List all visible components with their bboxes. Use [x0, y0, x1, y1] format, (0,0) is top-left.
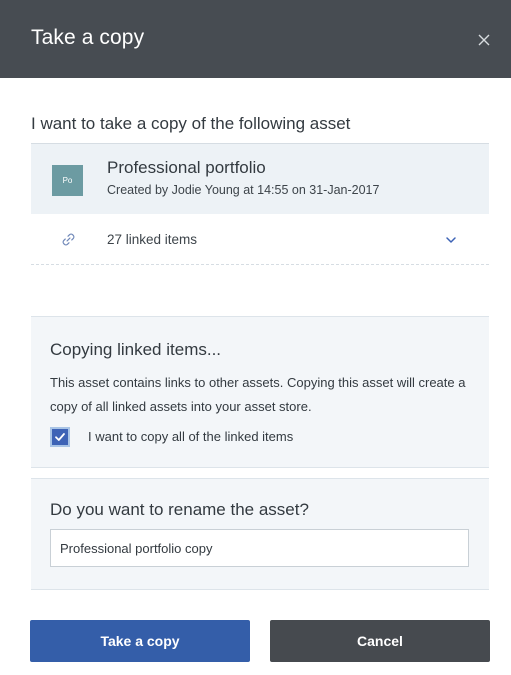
rename-input[interactable] [50, 529, 469, 567]
copy-linked-checkbox[interactable] [50, 427, 70, 447]
linked-items-label: 27 linked items [107, 232, 198, 247]
chevron-down-icon[interactable] [445, 233, 457, 245]
asset-name: Professional portfolio [107, 158, 266, 177]
intro-text: I want to take a copy of the following a… [31, 114, 351, 133]
copy-linked-description: This asset contains links to other asset… [50, 375, 466, 414]
link-icon [61, 232, 76, 247]
rename-title: Do you want to rename the asset? [50, 500, 309, 519]
copy-linked-checkbox-label[interactable]: I want to copy all of the linked items [88, 429, 293, 444]
copy-linked-panel: Copying linked items... This asset conta… [31, 316, 489, 468]
asset-meta: Created by Jodie Young at 14:55 on 31-Ja… [107, 183, 380, 197]
check-icon [55, 433, 65, 441]
dialog-header: Take a copy [0, 0, 511, 78]
asset-card: Po Professional portfolio Created by Jod… [31, 143, 489, 215]
copy-linked-title: Copying linked items... [50, 340, 222, 359]
dialog-title: Take a copy [31, 26, 145, 49]
close-icon[interactable] [474, 30, 494, 50]
rename-panel: Do you want to rename the asset? [31, 478, 489, 590]
asset-thumbnail: Po [52, 165, 83, 196]
linked-items-row[interactable]: 27 linked items [31, 214, 489, 265]
take-copy-button[interactable]: Take a copy [30, 620, 250, 662]
cancel-button[interactable]: Cancel [270, 620, 490, 662]
